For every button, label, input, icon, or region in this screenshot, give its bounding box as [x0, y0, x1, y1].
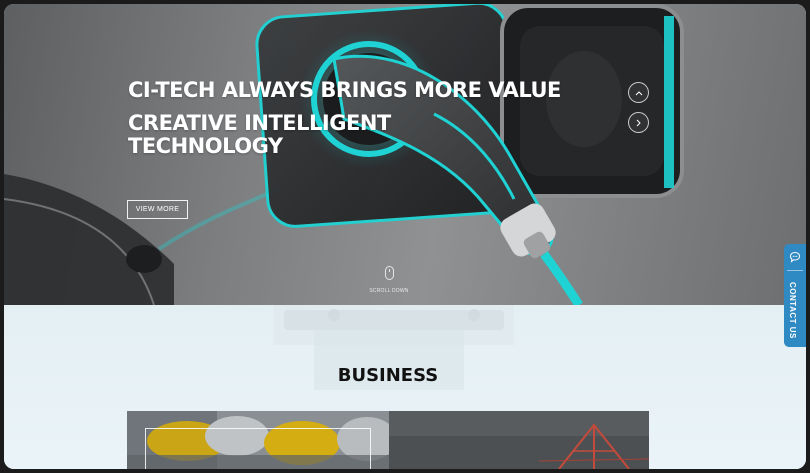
- contact-divider: [787, 270, 803, 271]
- chevron-up-icon: [635, 90, 642, 95]
- mouse-icon: [384, 266, 394, 280]
- scroll-down-label: SCROLL DOWN: [369, 288, 409, 294]
- hero-title-line2: CREATIVE INTELLIGENT TECHNOLOGY: [128, 111, 391, 158]
- slider-prev-button[interactable]: [628, 82, 649, 103]
- business-heading: BUSINESS: [337, 365, 439, 386]
- chevron-right-icon: [636, 119, 641, 126]
- contact-us-tab[interactable]: CONTACT US: [784, 244, 806, 347]
- business-card-2[interactable]: [389, 411, 649, 469]
- page-frame: CI-TECH ALWAYS BRINGS MORE VALUE CREATIV…: [4, 4, 806, 469]
- scroll-down-indicator[interactable]: SCROLL DOWN: [364, 266, 414, 294]
- slider-next-button[interactable]: [628, 112, 649, 133]
- chat-bubble-icon: [789, 251, 801, 263]
- hero-title-line1: CI-TECH ALWAYS BRINGS MORE VALUE: [128, 78, 561, 102]
- card-1-frame: [145, 428, 371, 469]
- contact-us-label: CONTACT US: [788, 282, 797, 339]
- bridge-image: [389, 411, 649, 469]
- business-card-1[interactable]: [127, 411, 389, 469]
- business-section: BUSINESS: [4, 305, 806, 469]
- hero-banner: CI-TECH ALWAYS BRINGS MORE VALUE CREATIV…: [4, 4, 806, 305]
- view-more-button[interactable]: VIEW MORE: [127, 200, 188, 219]
